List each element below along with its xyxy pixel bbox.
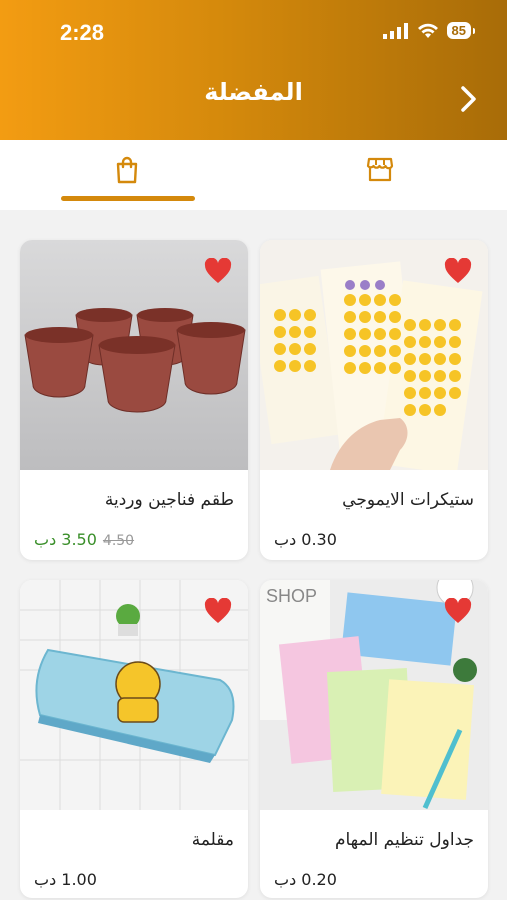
tab-store[interactable] xyxy=(253,140,506,210)
favorite-heart-icon[interactable] xyxy=(204,258,232,284)
product-name: جداول تنظيم المهام xyxy=(334,830,474,850)
product-name: طقم فناجين وردية xyxy=(104,490,234,510)
svg-text:SHOP: SHOP xyxy=(266,586,317,606)
product-image: SHOP xyxy=(260,580,488,810)
product-card[interactable]: طقم فناجين وردية 3.50 دب 4.50 xyxy=(20,240,248,560)
product-price: 0.20 دب xyxy=(274,870,337,889)
product-name: مقلمة xyxy=(191,830,234,850)
favorite-heart-icon[interactable] xyxy=(204,598,232,624)
active-tab-indicator xyxy=(61,196,195,201)
product-price: 0.30 دب xyxy=(274,530,337,549)
product-image xyxy=(20,240,248,470)
product-sale-price: 3.50 دب xyxy=(34,530,97,549)
favorite-heart-icon[interactable] xyxy=(444,598,472,624)
price-row: 0.30 دب xyxy=(274,530,337,549)
price-row: 0.20 دب xyxy=(274,870,337,889)
tab-bar xyxy=(0,140,507,210)
wifi-icon xyxy=(417,23,438,38)
product-card[interactable]: مقلمة 1.00 دب xyxy=(20,580,248,898)
price-row: 1.00 دب xyxy=(34,870,97,889)
favorite-heart-icon[interactable] xyxy=(444,258,472,284)
shopping-bag-icon xyxy=(116,156,137,184)
price-row: 3.50 دب 4.50 xyxy=(34,530,134,549)
back-chevron-icon[interactable] xyxy=(455,84,481,114)
status-icons: 85 xyxy=(382,22,476,39)
store-icon xyxy=(366,157,393,182)
app-header: 2:28 85 المفضلة xyxy=(0,0,507,140)
product-image xyxy=(20,580,248,810)
product-image xyxy=(260,240,488,470)
product-old-price: 4.50 xyxy=(102,533,135,549)
product-name: ستيكرات الايموجي xyxy=(342,490,474,510)
status-time: 2:28 xyxy=(60,20,105,45)
page-title: المفضلة xyxy=(204,78,303,106)
product-card[interactable]: SHOP جداول تنظيم المهام 0.20 دب xyxy=(260,580,488,898)
battery-indicator: 85 xyxy=(446,22,476,39)
product-price: 1.00 دب xyxy=(34,870,97,889)
signal-icon xyxy=(382,22,408,39)
product-card[interactable]: ستيكرات الايموجي 0.30 دب xyxy=(260,240,488,560)
